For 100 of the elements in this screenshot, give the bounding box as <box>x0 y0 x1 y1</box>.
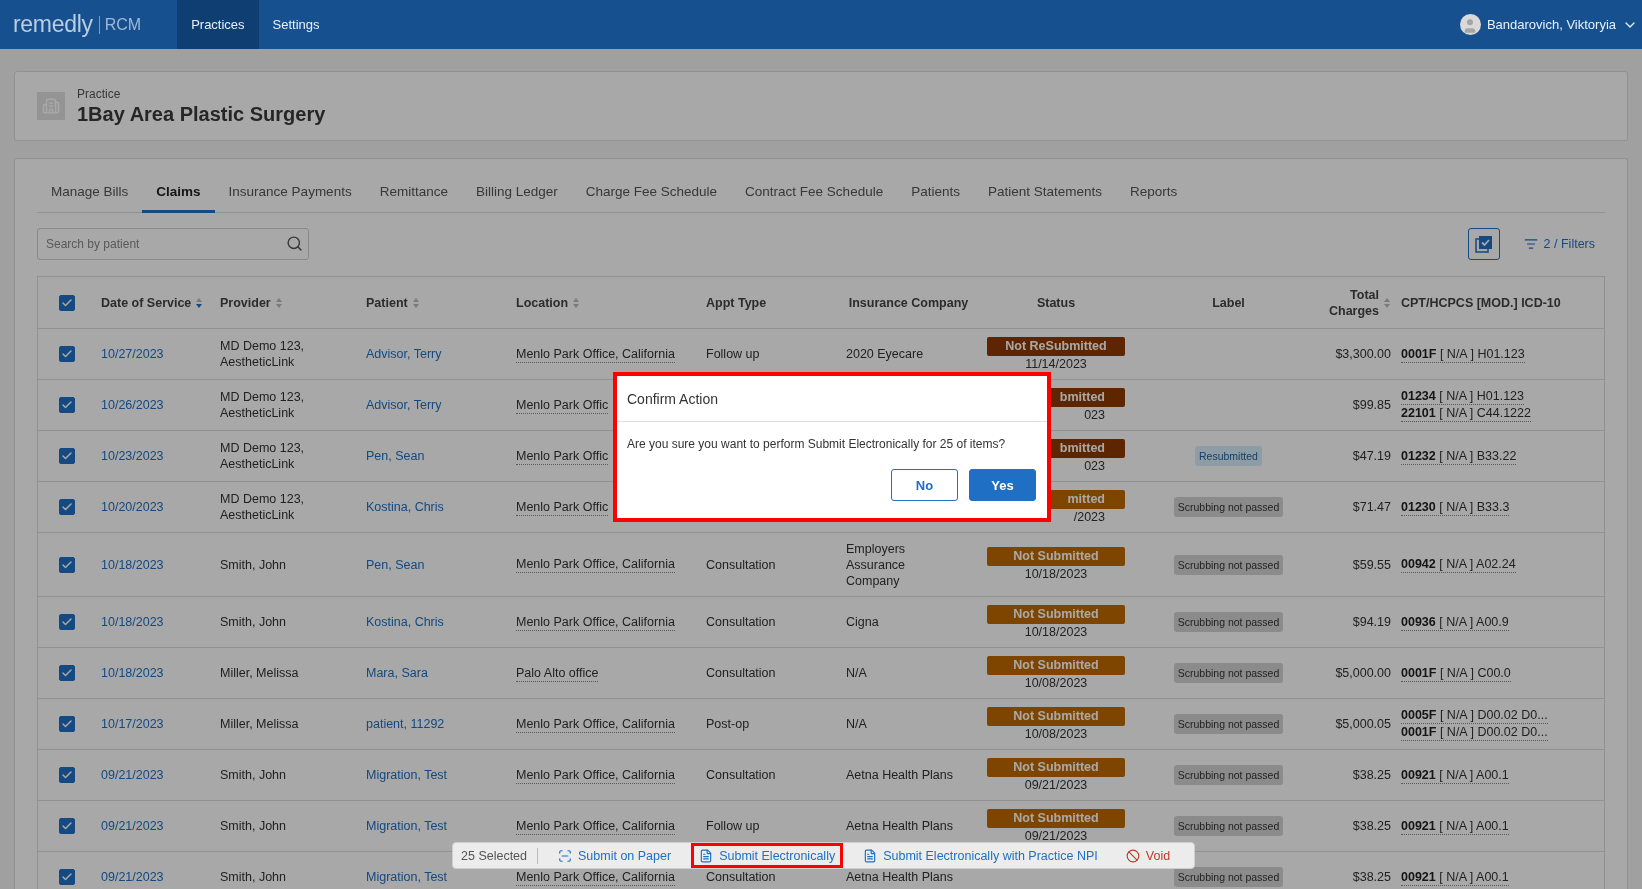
search-icon[interactable] <box>286 235 303 252</box>
date-link[interactable]: 10/26/2023 <box>101 397 164 413</box>
tab[interactable]: Billing Ledger <box>461 171 572 213</box>
label-tag: Scrubbing not passed <box>1173 663 1284 683</box>
code-line: 00921 [ N/A ] A00.1 <box>1401 868 1509 886</box>
appt-type-cell: Consultation <box>706 665 776 681</box>
date-link[interactable]: 10/18/2023 <box>101 614 164 630</box>
document-icon <box>699 848 714 863</box>
total-charges-cell: $94.19 <box>1352 614 1391 630</box>
patient-link[interactable]: Kostina, Chris <box>366 614 444 630</box>
date-link[interactable]: 10/27/2023 <box>101 346 164 362</box>
select-all-checkbox[interactable] <box>59 294 75 311</box>
check-icon <box>61 616 73 628</box>
patient-link[interactable]: Advisor, Terry <box>366 346 442 362</box>
provider-cell-text: MD Demo 123, AestheticLink <box>220 491 306 523</box>
status-date: 09/21/2023 <box>1023 776 1089 793</box>
patient-link[interactable]: Mara, Sara <box>366 665 428 681</box>
status-date: 09/21/2023 <box>1023 827 1089 844</box>
select-mode-button[interactable] <box>1467 228 1500 260</box>
column-header[interactable]: Date of Service <box>101 294 192 311</box>
logo-text: remedly <box>13 11 93 38</box>
status-date: 10/18/2023 <box>1023 623 1089 640</box>
date-link[interactable]: 09/21/2023 <box>101 767 164 783</box>
patient-link[interactable]: Migration, Test <box>366 818 448 834</box>
tab[interactable]: Reports <box>1116 171 1192 213</box>
row-checkbox[interactable] <box>59 767 75 783</box>
date-link[interactable]: 10/23/2023 <box>101 448 164 464</box>
date-link[interactable]: 10/20/2023 <box>101 499 164 515</box>
location-cell: Menlo Park Office, California <box>516 817 675 835</box>
total-charges-cell: $59.55 <box>1352 556 1391 573</box>
row-checkbox[interactable] <box>59 716 75 732</box>
column-header[interactable]: Total Charges <box>1326 286 1379 319</box>
patient-link[interactable]: Pen, Sean <box>366 448 425 464</box>
user-name[interactable]: Bandarovich, Viktoryia <box>1486 17 1616 32</box>
column-header: Insurance Company <box>848 294 969 311</box>
patient-link[interactable]: patient, 11292 <box>366 716 445 732</box>
tab[interactable]: Charge Fee Schedule <box>571 171 732 213</box>
row-checkbox[interactable] <box>59 499 75 515</box>
check-icon <box>61 820 73 832</box>
nav-item[interactable]: Settings <box>258 0 334 49</box>
patient-link[interactable]: Pen, Sean <box>366 556 425 573</box>
row-checkbox[interactable] <box>59 346 75 362</box>
tab[interactable]: Claims <box>142 171 215 213</box>
patient-link[interactable]: Migration, Test <box>366 869 448 885</box>
date-link[interactable]: 10/17/2023 <box>101 716 164 732</box>
row-checkbox[interactable] <box>59 665 75 681</box>
nav-item[interactable]: Practices <box>177 0 259 49</box>
tab[interactable]: Contract Fee Schedule <box>731 171 898 213</box>
search-field[interactable]: Search by patient <box>37 228 309 260</box>
patient-link[interactable]: Migration, Test <box>366 767 448 783</box>
filters-link[interactable]: 2 / Filters <box>1523 237 1595 251</box>
column-header[interactable]: Patient <box>366 294 408 311</box>
tab[interactable]: Patients <box>897 171 974 213</box>
appt-type-cell: Follow up <box>706 346 760 362</box>
code-line: 22101 [ N/A ] C44.1222 <box>1401 405 1531 422</box>
avatar-icon[interactable] <box>1459 14 1481 35</box>
practice-caption: Practice <box>77 86 122 101</box>
status-date: 10/08/2023 <box>1023 674 1089 691</box>
appt-type-cell: Consultation <box>706 869 776 885</box>
row-checkbox[interactable] <box>59 448 75 464</box>
selected-count: 25 Selected <box>461 847 539 864</box>
location-cell: Menlo Park Office, California <box>516 556 675 573</box>
status-date: 10/18/2023 <box>1023 566 1089 582</box>
row-checkbox[interactable] <box>59 818 75 834</box>
tab[interactable]: Manage Bills <box>37 171 143 213</box>
location-cell: Menlo Park Office, California <box>516 715 675 733</box>
total-charges-cell: $47.19 <box>1352 448 1391 464</box>
action-button[interactable]: Void <box>1117 843 1179 868</box>
row-checkbox[interactable] <box>59 869 75 885</box>
tab[interactable]: Remittance <box>365 171 462 213</box>
row-checkbox[interactable] <box>59 614 75 630</box>
cancel-button[interactable]: No <box>891 469 958 501</box>
sort-icon[interactable] <box>195 296 204 309</box>
tab[interactable]: Patient Statements <box>973 171 1117 213</box>
total-charges-cell: $5,000.00 <box>1335 665 1391 681</box>
date-link[interactable]: 09/21/2023 <box>101 869 164 885</box>
column-header: Status <box>1036 294 1076 311</box>
row-checkbox[interactable] <box>59 397 75 413</box>
total-charges-cell: $71.47 <box>1352 499 1391 515</box>
insurance-cell: Aetna Health Plans <box>846 869 953 885</box>
column-header[interactable]: Location <box>516 294 569 311</box>
patient-link[interactable]: Kostina, Chris <box>366 499 444 515</box>
row-checkbox[interactable] <box>59 556 75 573</box>
patient-link[interactable]: Advisor, Terry <box>366 397 442 413</box>
provider-cell: Smith, John <box>220 556 286 573</box>
tab[interactable]: Insurance Payments <box>214 171 366 213</box>
date-link[interactable]: 10/18/2023 <box>101 665 164 681</box>
location-cell: Menlo Park Offic <box>516 498 609 516</box>
insurance-cell: Aetna Health Plans <box>846 767 953 783</box>
provider-cell: Smith, John <box>220 869 286 885</box>
check-icon <box>61 667 73 679</box>
confirm-button[interactable]: Yes <box>969 469 1036 501</box>
action-button[interactable]: Submit Electronically with Practice NPI <box>855 843 1106 868</box>
column-header[interactable]: Provider <box>220 294 271 311</box>
date-link[interactable]: 09/21/2023 <box>101 818 164 834</box>
insurance-cell: Aetna Health Plans <box>846 818 953 834</box>
action-button[interactable]: Submit on Paper <box>550 843 680 868</box>
action-button[interactable]: Submit Electronically <box>691 843 844 868</box>
logo[interactable]: remedly RCM <box>0 0 178 49</box>
date-link[interactable]: 10/18/2023 <box>101 556 164 573</box>
